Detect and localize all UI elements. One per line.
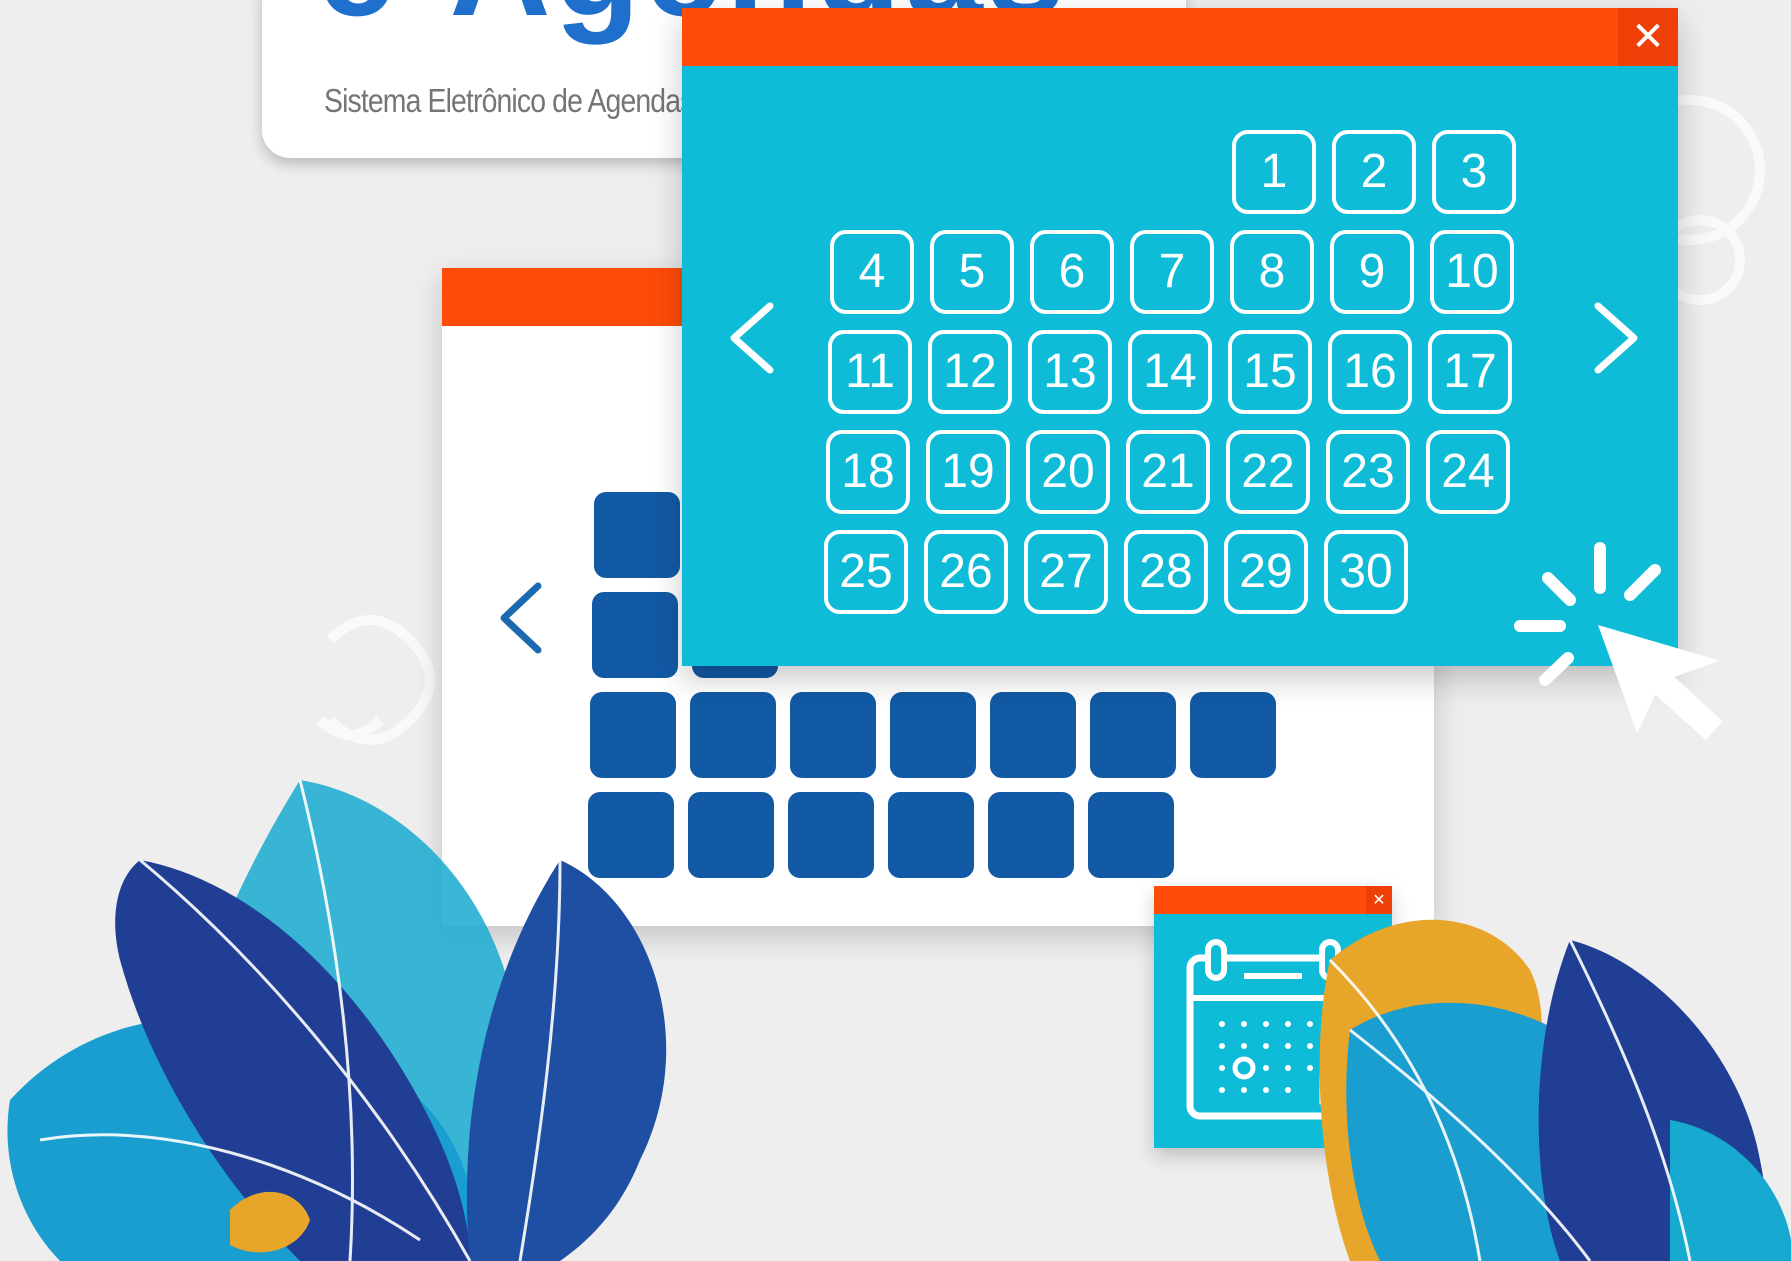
day-cell[interactable]: 3 (1432, 130, 1516, 214)
day-cell[interactable]: 21 (1126, 430, 1210, 514)
back-day-square (1088, 792, 1174, 878)
back-day-square (592, 592, 678, 678)
day-cell[interactable]: 25 (824, 530, 908, 614)
day-cell[interactable]: 10 (1430, 230, 1514, 314)
day-cell[interactable]: 4 (830, 230, 914, 314)
leaves-left-illustration (7, 779, 667, 1261)
day-cell[interactable]: 30 (1324, 530, 1408, 614)
back-day-square (1090, 692, 1176, 778)
leaves-right-illustration (1319, 919, 1791, 1261)
day-cell[interactable]: 27 (1024, 530, 1108, 614)
day-cell[interactable]: 12 (928, 330, 1012, 414)
day-cell[interactable]: 28 (1124, 530, 1208, 614)
day-cell[interactable]: 24 (1426, 430, 1510, 514)
day-cell[interactable]: 9 (1330, 230, 1414, 314)
day-cell[interactable]: 7 (1130, 230, 1214, 314)
day-cell[interactable]: 15 (1228, 330, 1312, 414)
day-cell[interactable]: 17 (1428, 330, 1512, 414)
day-cell[interactable]: 1 (1232, 130, 1316, 214)
cursor-click-icon (1514, 542, 1723, 741)
back-day-square (988, 792, 1074, 878)
promo-stage: e-Agendas Sistema Eletrônico de Agendas … (0, 0, 1791, 1261)
back-day-square (890, 692, 976, 778)
day-cell[interactable]: 18 (826, 430, 910, 514)
day-cell[interactable]: 22 (1226, 430, 1310, 514)
day-cell[interactable]: 23 (1326, 430, 1410, 514)
back-day-square (594, 492, 680, 578)
day-cell[interactable]: 13 (1028, 330, 1112, 414)
day-cell[interactable]: 20 (1026, 430, 1110, 514)
day-cell[interactable]: 26 (924, 530, 1008, 614)
day-cell[interactable]: 16 (1328, 330, 1412, 414)
day-cell[interactable]: 2 (1332, 130, 1416, 214)
day-cell[interactable]: 11 (828, 330, 912, 414)
day-cell[interactable]: 8 (1230, 230, 1314, 314)
day-cell[interactable]: 19 (926, 430, 1010, 514)
back-day-square (788, 792, 874, 878)
back-day-square (990, 692, 1076, 778)
back-day-square (888, 792, 974, 878)
back-day-square (790, 692, 876, 778)
back-day-square (1190, 692, 1276, 778)
day-cell[interactable]: 5 (930, 230, 1014, 314)
day-cell[interactable]: 29 (1224, 530, 1308, 614)
day-cell[interactable]: 14 (1128, 330, 1212, 414)
day-cell[interactable]: 6 (1030, 230, 1114, 314)
